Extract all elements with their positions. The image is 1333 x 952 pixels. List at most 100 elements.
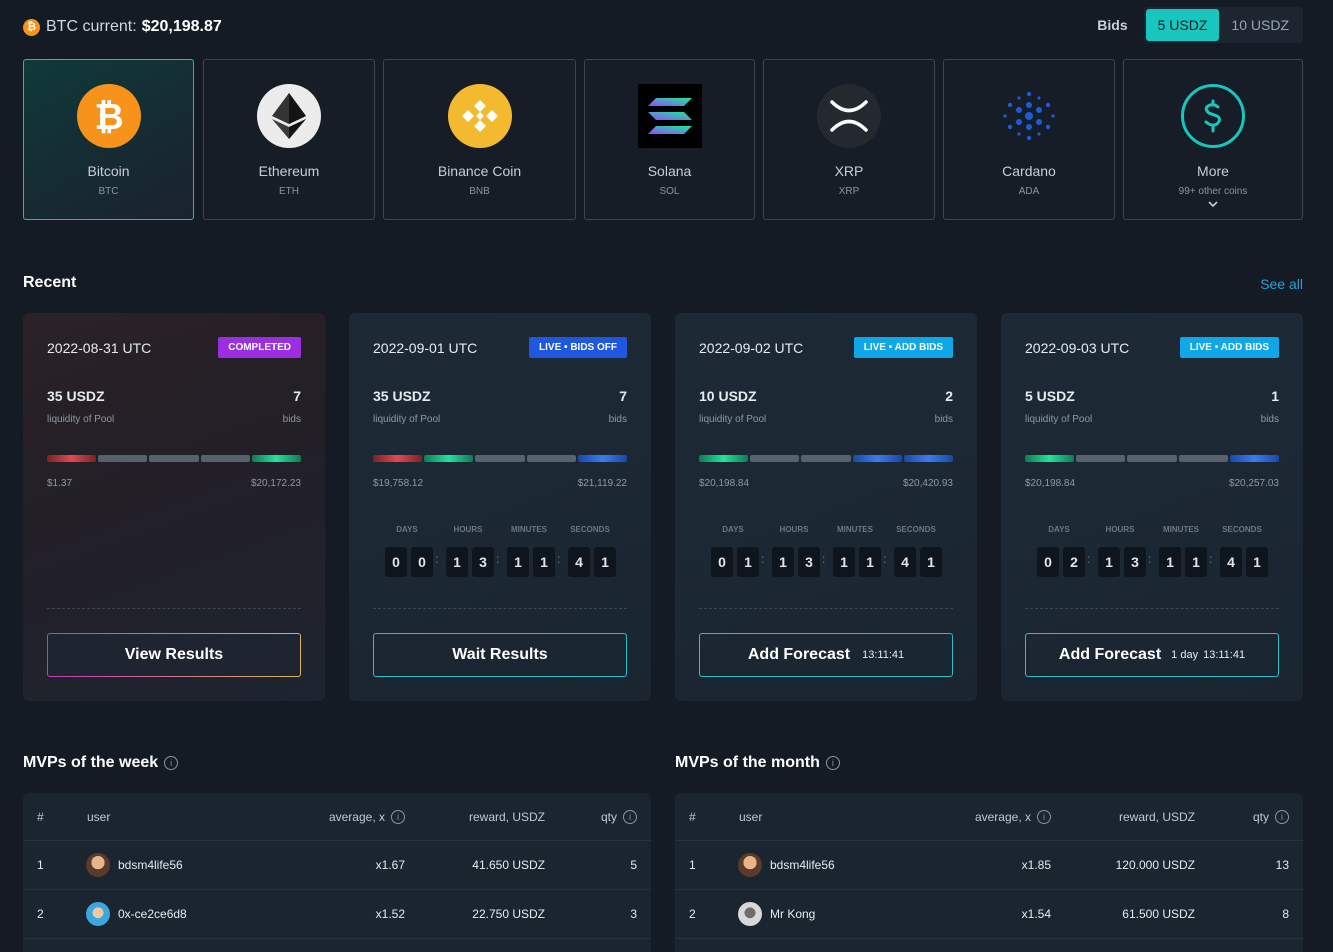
bids-option-10[interactable]: 10 USDZ xyxy=(1219,9,1301,41)
divider xyxy=(1025,608,1279,609)
timer-digit: 1 xyxy=(737,547,759,577)
round-card: 2022-09-02 UTC LIVE • ADD BIDS 10 USDZ 2… xyxy=(675,313,977,701)
coin-name: Solana xyxy=(647,163,692,179)
bids-count: 7 xyxy=(619,388,627,404)
svg-text:₿: ₿ xyxy=(94,97,123,136)
table-header: # user average, xi reward, USDZ qty i xyxy=(675,793,1303,841)
coin-card-solana[interactable]: Solana SOL xyxy=(584,59,755,220)
countdown-timer: DAYS HOURS MINUTES SECONDS 0 2 1 3 1 1 4 1::: xyxy=(1035,525,1269,579)
price-range-bar xyxy=(699,455,954,462)
coin-ticker: 99+ other coins xyxy=(1178,186,1248,197)
timer-label: HOURS xyxy=(779,525,809,534)
table-row[interactable]: 2 0x-ce2ce6d8 x1.52 22.750 USDZ 3 xyxy=(23,890,651,939)
binance-icon xyxy=(447,84,512,148)
bids-label: bids xyxy=(282,414,301,425)
timer-digit: 2 xyxy=(1063,547,1085,577)
price-range-bar xyxy=(373,455,628,462)
timer-digit: 1 xyxy=(533,547,555,577)
info-icon[interactable]: i xyxy=(825,755,840,770)
timer-digit: 4 xyxy=(1220,547,1242,577)
avatar xyxy=(738,853,762,877)
bids-option-5[interactable]: 5 USDZ xyxy=(1145,9,1220,41)
avatar xyxy=(86,853,110,877)
info-icon[interactable]: i xyxy=(1037,809,1051,824)
timer-separator: : xyxy=(1148,552,1152,566)
timer-separator: : xyxy=(761,552,765,566)
chevron-down-icon[interactable] xyxy=(1124,199,1302,210)
coin-card-bitcoin[interactable]: ₿ Bitcoin BTC xyxy=(23,59,194,220)
timer-label: MINUTES xyxy=(1163,525,1199,534)
top-bar: ₿ BTC current: $20,198.87 Bids 5 USDZ 10… xyxy=(23,7,1303,43)
timer-digit: 1 xyxy=(1159,547,1181,577)
timer-digit: 1 xyxy=(772,547,794,577)
coin-card-more[interactable]: More 99+ other coins xyxy=(1123,59,1303,220)
countdown-timer: DAYS HOURS MINUTES SECONDS 0 1 1 3 1 1 4 1::: xyxy=(709,525,943,579)
coin-card-binance[interactable]: Binance Coin BNB xyxy=(383,59,576,220)
timer-label: DAYS xyxy=(396,525,418,534)
price-high: $20,420.93 xyxy=(902,478,953,489)
coin-ticker: SOL xyxy=(659,186,680,197)
coin-name: XRP xyxy=(834,163,864,179)
timer-separator: : xyxy=(822,552,826,566)
price-low: $1.37 xyxy=(47,478,73,489)
ethereum-icon xyxy=(257,84,321,148)
timer-digit: 3 xyxy=(472,547,494,577)
timer-digit: 4 xyxy=(568,547,590,577)
divider xyxy=(373,608,627,609)
recent-title: Recent xyxy=(23,274,77,291)
status-badge: LIVE • ADD BIDS xyxy=(853,337,953,358)
mvp-month-title: MVPs of the month i xyxy=(675,754,840,772)
pool-label: liquidity of Pool xyxy=(373,414,441,425)
table-row[interactable]: 1 bdsm4life56 x1.67 41.650 USDZ 5 xyxy=(23,841,651,890)
pool-amount: 5 USDZ xyxy=(1025,388,1075,404)
info-icon[interactable]: i xyxy=(391,809,405,824)
price-high: $21,119.22 xyxy=(577,478,627,489)
bids-count: 2 xyxy=(945,388,953,404)
price-range-bar xyxy=(47,455,302,462)
price-low: $20,198.84 xyxy=(1025,478,1076,489)
timer-separator: : xyxy=(1087,552,1091,566)
info-icon[interactable]: i xyxy=(623,809,637,824)
table-row[interactable]: 2 Mr Kong x1.54 61.500 USDZ 8 xyxy=(675,890,1303,939)
coin-ticker: XRP xyxy=(838,186,860,197)
wait-results-button[interactable]: Wait Results xyxy=(373,633,627,677)
info-icon[interactable]: i xyxy=(1275,809,1289,824)
round-card: 2022-09-03 UTC LIVE • ADD BIDS 5 USDZ 1 … xyxy=(1001,313,1303,701)
coin-name: Ethereum xyxy=(258,163,320,179)
btc-current-value: $20,198.87 xyxy=(141,18,222,35)
price-range-bar xyxy=(1025,455,1280,462)
add-forecast-button[interactable]: Add Forecast 1 day 13:11:41 xyxy=(1025,633,1279,677)
timer-digit: 1 xyxy=(1185,547,1207,577)
add-forecast-button[interactable]: Add Forecast 13:11:41 xyxy=(699,633,953,677)
btc-current-price: ₿ BTC current: $20,198.87 xyxy=(23,18,222,36)
timer-label: MINUTES xyxy=(837,525,873,534)
coin-ticker: ETH xyxy=(279,186,299,197)
timer-digit: 1 xyxy=(446,547,468,577)
timer-label: DAYS xyxy=(722,525,744,534)
view-results-button[interactable]: View Results xyxy=(47,633,301,677)
coin-name: Bitcoin xyxy=(87,163,130,179)
see-all-link[interactable]: See all xyxy=(1260,276,1303,292)
timer-digit: 1 xyxy=(507,547,529,577)
coin-name: Binance Coin xyxy=(437,163,522,179)
timer-digit: 1 xyxy=(833,547,855,577)
info-icon[interactable]: i xyxy=(164,755,179,770)
timer-digit: 0 xyxy=(711,547,733,577)
coin-card-cardano[interactable]: Cardano ADA xyxy=(943,59,1115,220)
pool-label: liquidity of Pool xyxy=(47,414,115,425)
price-high: $20,172.23 xyxy=(250,478,301,489)
coin-card-ethereum[interactable]: Ethereum ETH xyxy=(203,59,375,220)
table-row[interactable]: 1 bdsm4life56 x1.85 120.000 USDZ 13 xyxy=(675,841,1303,890)
mvp-week-table: # user average, xi reward, USDZ qty i 1 b… xyxy=(23,793,651,952)
status-badge: LIVE • BIDS OFF xyxy=(529,337,627,358)
coin-card-xrp[interactable]: XRP XRP xyxy=(763,59,935,220)
timer-digit: 1 xyxy=(920,547,942,577)
cardano-icon xyxy=(997,84,1061,148)
more-coins-icon xyxy=(1181,84,1245,148)
table-header: # user average, xi reward, USDZ qty i xyxy=(23,793,651,841)
coin-ticker: BTC xyxy=(98,186,119,197)
pool-amount: 10 USDZ xyxy=(699,388,757,404)
timer-digit: 0 xyxy=(385,547,407,577)
timer-separator: : xyxy=(883,552,887,566)
timer-separator: : xyxy=(1209,552,1213,566)
